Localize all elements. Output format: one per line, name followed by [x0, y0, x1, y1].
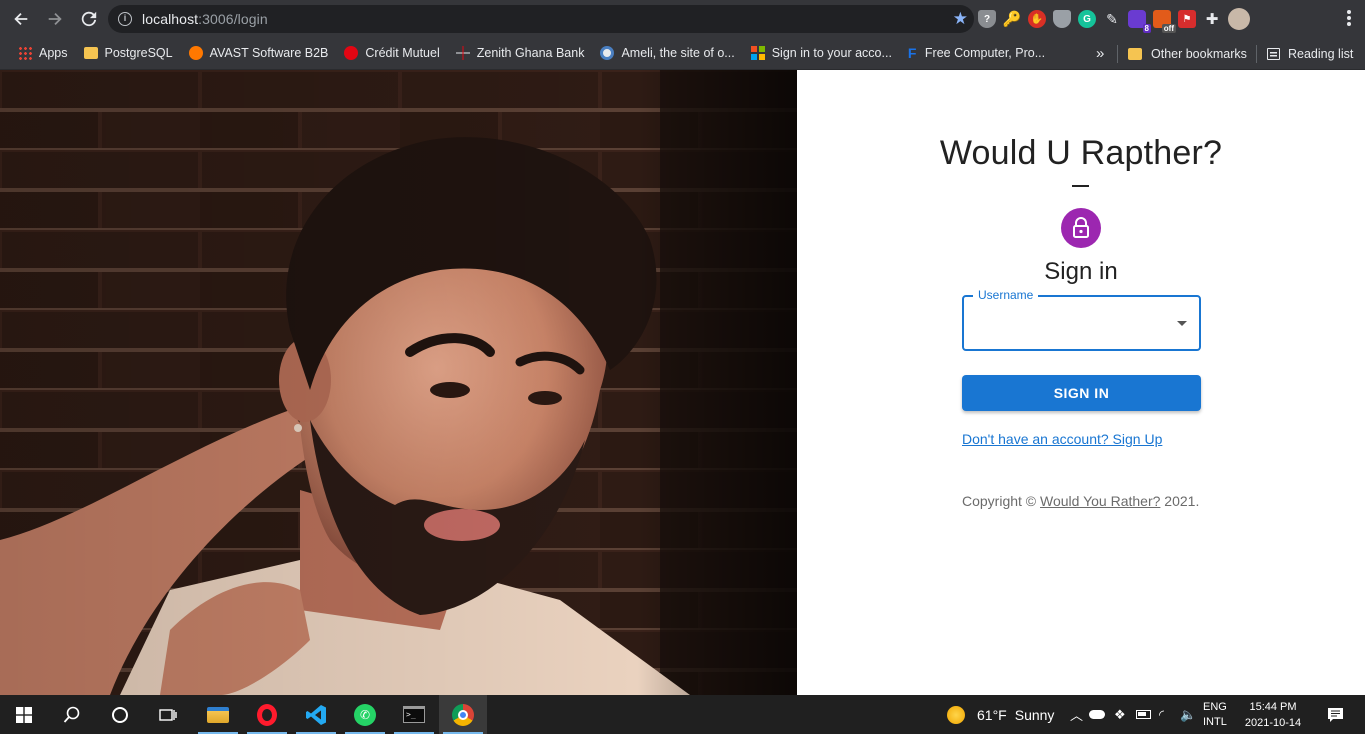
- clock[interactable]: 15:44 PM 2021-10-14: [1237, 695, 1309, 734]
- shield-extension-icon[interactable]: [1053, 10, 1071, 28]
- other-bookmarks[interactable]: Other bookmarks: [1128, 37, 1247, 70]
- dropbox-icon[interactable]: ❖: [1114, 695, 1126, 734]
- forward-button[interactable]: [40, 4, 70, 34]
- sun-icon: [947, 705, 965, 724]
- whatsapp-icon: ✆: [354, 703, 376, 726]
- cortana-button[interactable]: [96, 695, 144, 734]
- vscode-icon: [306, 704, 326, 725]
- search-icon: [63, 706, 80, 723]
- bookmark-microsoft[interactable]: Sign in to your acco...: [745, 40, 898, 66]
- credit-mutuel-icon: [344, 46, 359, 60]
- opera-icon: [257, 703, 277, 726]
- bookmark-postgresql[interactable]: PostgreSQL: [78, 40, 179, 66]
- system-tray: 61°F Sunny ︿ ❖ ◜ 🔈 ENG INTL 15:44 PM 202…: [945, 695, 1365, 734]
- hero-photo: [0, 70, 797, 695]
- adblock-icon[interactable]: ✋: [1028, 10, 1046, 28]
- pen-extension-icon[interactable]: ✎: [1103, 10, 1121, 28]
- bookmark-zenith[interactable]: Zenith Ghana Bank: [450, 40, 591, 66]
- sign-up-link[interactable]: Don't have an account? Sign Up: [962, 431, 1162, 447]
- bookmark-free-computer[interactable]: F Free Computer, Pro...: [902, 40, 1051, 66]
- lock-icon: [1073, 217, 1089, 238]
- show-hidden-icons-chevron-icon[interactable]: ︿: [1070, 695, 1083, 734]
- username-select[interactable]: Username: [962, 288, 1201, 351]
- key-extension-icon[interactable]: 🔑: [1003, 10, 1022, 28]
- login-page: Would U Rapther? Sign in Username SIGN I…: [0, 70, 1365, 695]
- search-button[interactable]: [48, 695, 96, 734]
- wifi-icon[interactable]: ◜: [1159, 695, 1164, 734]
- windows-logo-icon: [16, 706, 32, 723]
- hexagon-extension-icon[interactable]: 8: [1128, 10, 1151, 33]
- notifications-button[interactable]: [1315, 695, 1355, 734]
- bookmarks-bar: Apps PostgreSQL AVAST Software B2B Crédi…: [0, 37, 1365, 70]
- whatsapp-button[interactable]: ✆: [341, 695, 389, 734]
- portrait-photo: [0, 70, 797, 695]
- off-extension-icon[interactable]: off: [1153, 10, 1176, 33]
- chrome-icon: [452, 703, 474, 726]
- task-view-button[interactable]: [144, 695, 192, 734]
- sign-in-button[interactable]: SIGN IN: [962, 375, 1201, 411]
- terminal-icon: >_: [403, 706, 425, 723]
- bookmark-star-icon[interactable]: ★: [953, 10, 968, 28]
- profile-avatar[interactable]: [1228, 8, 1250, 30]
- weather-widget[interactable]: 61°F Sunny: [947, 695, 1054, 734]
- windows-taskbar: ✆ >_ 61°F Sunny ︿ ❖ ◜ 🔈 ENG INTL 15:44 P…: [0, 695, 1365, 734]
- bookmark-credit-mutuel[interactable]: Crédit Mutuel: [338, 40, 445, 66]
- grammarly-icon[interactable]: G: [1078, 10, 1096, 28]
- cortana-circle-icon: [112, 706, 128, 723]
- bookmarks-divider: [1117, 45, 1118, 63]
- opera-button[interactable]: [243, 695, 291, 734]
- bookmark-avast[interactable]: AVAST Software B2B: [183, 40, 335, 66]
- reload-icon: [81, 11, 97, 26]
- battery-icon[interactable]: [1136, 695, 1151, 734]
- start-button[interactable]: [0, 695, 48, 734]
- reload-button[interactable]: [74, 4, 104, 34]
- reading-list[interactable]: Reading list: [1267, 37, 1353, 70]
- f-icon: F: [907, 45, 917, 61]
- lock-avatar: [1061, 208, 1101, 248]
- bookmark-apps[interactable]: Apps: [12, 40, 74, 66]
- arrow-right-icon: [48, 12, 62, 25]
- sign-in-heading: Sign in: [1044, 258, 1118, 285]
- vscode-button[interactable]: [292, 695, 340, 734]
- task-view-icon: [159, 708, 177, 721]
- ameli-icon: [600, 46, 615, 60]
- microsoft-icon: [750, 46, 765, 60]
- site-info-icon[interactable]: i: [118, 12, 132, 26]
- chrome-button[interactable]: [439, 695, 487, 734]
- back-button[interactable]: [6, 4, 36, 34]
- browser-toolbar: i localhost:3006/login ★ ? 🔑 ✋ G ✎ 8 off…: [0, 0, 1365, 37]
- arrow-left-icon: [14, 12, 28, 25]
- login-panel: Would U Rapther? Sign in Username SIGN I…: [797, 70, 1365, 695]
- extensions-bar: ? 🔑 ✋ G ✎ 8 off ⚑ ✚: [978, 6, 1250, 33]
- address-bar[interactable]: i localhost:3006/login ★: [108, 5, 974, 33]
- folder-icon: [207, 706, 229, 723]
- language-indicator[interactable]: ENG INTL: [1203, 695, 1227, 734]
- username-value[interactable]: [964, 297, 1199, 349]
- copyright-text: Copyright © Would You Rather? 2021.: [962, 493, 1200, 509]
- browser-menu-icon[interactable]: [1347, 10, 1351, 26]
- bookmarks-overflow-button[interactable]: »: [1096, 37, 1104, 70]
- copyright-link[interactable]: Would You Rather?: [1040, 493, 1160, 509]
- bookmarks-divider: [1256, 45, 1257, 63]
- folder-icon: [83, 47, 98, 59]
- notification-icon: [1327, 707, 1343, 722]
- url-text[interactable]: localhost:3006/login: [142, 11, 268, 27]
- apps-grid-icon: [18, 46, 32, 60]
- file-explorer-button[interactable]: [194, 695, 242, 734]
- onedrive-icon[interactable]: [1089, 695, 1105, 734]
- avast-icon: [188, 46, 203, 60]
- volume-icon[interactable]: 🔈: [1180, 695, 1196, 734]
- zenith-icon: [455, 46, 470, 60]
- dropdown-arrow-icon[interactable]: [1177, 321, 1187, 326]
- app-title: Would U Rapther?: [939, 134, 1223, 172]
- puzzle-extensions-icon[interactable]: ✚: [1203, 10, 1221, 28]
- red-extension-icon[interactable]: ⚑: [1178, 10, 1196, 28]
- folder-icon: [1128, 47, 1142, 60]
- title-divider: [1072, 185, 1089, 187]
- bookmark-ameli[interactable]: Ameli, the site of o...: [594, 40, 740, 66]
- reading-list-icon: [1267, 47, 1280, 60]
- terminal-button[interactable]: >_: [390, 695, 438, 734]
- privacy-shield-icon[interactable]: ?: [978, 10, 996, 28]
